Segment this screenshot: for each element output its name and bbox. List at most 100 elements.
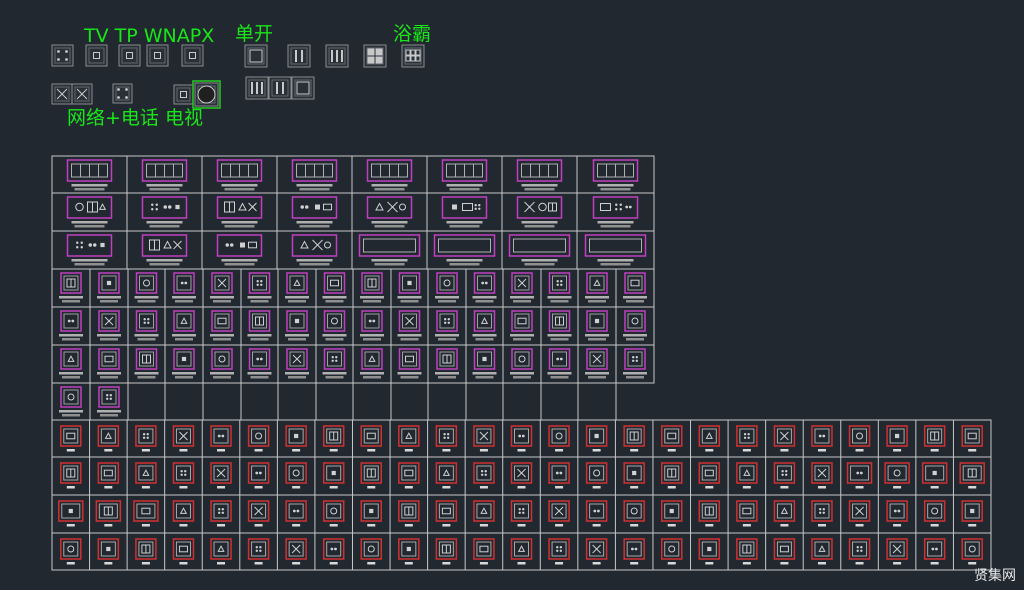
red-panel-cell [172,500,195,527]
red-panel-cell [736,538,758,565]
wide-panel-cell [141,196,188,228]
red-panel-cell [97,425,120,452]
red-panel-cell [623,500,645,527]
top-switch-icon-2 [325,44,349,68]
top-socket-icon-2 [118,44,141,67]
drawing-canvas[interactable] [0,0,1024,590]
red-panel-cell [961,500,983,527]
red-panel-cell [95,500,122,527]
red-panel-cell [884,462,910,489]
wide-panel-cell [433,234,496,266]
red-panel-cell [811,425,833,452]
small-panel-cell [285,348,309,379]
red-panel-cell [360,500,383,527]
red-panel-cell [60,538,82,565]
small-panel-cell [510,272,534,303]
wide-panel-cell [66,234,113,266]
red-panel-cell [360,462,383,489]
red-panel-cell [135,425,157,452]
red-panel-cell [548,425,570,452]
red-panel-cell [285,538,307,565]
red-panel-cell [961,538,983,565]
red-panel-cell [322,500,345,527]
wide-panel-cell [508,234,571,266]
red-panel-cell [210,425,232,452]
red-panel-cell [473,500,495,527]
red-panel-cell [886,538,908,565]
wide-panel-cell [441,196,488,228]
small-panel-cell [59,310,83,341]
red-panel-cell [360,425,383,452]
red-panel-cell [58,500,84,527]
small-panel-cell [97,386,121,417]
red-panel-cell [959,462,985,489]
label-single-switch: 单开 [235,23,274,45]
red-panel-cell [322,462,345,489]
small-panel-cell [247,272,272,303]
red-panel-cell [736,462,758,489]
red-panel-cell [285,500,307,527]
small-panel-cell [585,310,609,341]
red-panel-cell [510,425,533,452]
red-panel-cell [923,538,946,565]
red-panel-cell [435,500,458,527]
red-panel-cell [961,425,983,452]
small-panel-cell [134,272,159,303]
small-panel-cell [97,272,121,303]
red-panel-cell [135,538,157,565]
wide-panel-cell [291,159,338,191]
red-panel-cell [135,462,157,489]
red-panel-cell [322,538,345,565]
switch-3gang-icon-1 [245,76,269,100]
red-panel-cell [698,462,721,489]
wide-panel-cell [141,234,188,266]
small-panel-cell [97,348,121,379]
red-panel-cell [210,462,232,489]
red-panel-cell [773,425,796,452]
red-panel-cell [60,462,82,489]
lower-symbol-table [51,419,992,571]
small-panel-cell [322,272,347,303]
small-panel-cell [285,310,309,341]
red-panel-cell [172,462,195,489]
red-panel-cell [623,538,645,565]
top-socket-icon-0 [51,44,74,67]
small-panel-cell [172,310,196,341]
label-tv-tp-wnapx: TV TP WNAPX [84,25,215,47]
top-switch-icon-1 [287,44,311,68]
small-panel-cell [623,348,647,379]
small-panel-cell [247,310,272,341]
small-panel-cell [547,272,572,303]
red-panel-cell [97,462,120,489]
small-panel-cell [435,348,459,379]
switch-3gang-icon-2 [268,76,292,100]
small-panel-cell [134,348,159,379]
red-panel-cell [435,425,458,452]
red-panel-cell [398,425,420,452]
red-panel-cell [585,500,608,527]
red-panel-cell [133,500,159,527]
small-panel-cell [472,310,497,341]
upper-symbol-table [51,155,655,420]
small-panel-cell [472,272,497,303]
red-panel-cell [285,425,307,452]
red-panel-cell [360,538,383,565]
small-panel-cell [547,310,572,341]
top-socket-icon-1 [85,44,108,67]
red-panel-cell [548,462,570,489]
small-panel-cell [360,310,384,341]
wide-panel-cell [291,234,338,266]
small-panel-cell [397,348,422,379]
red-panel-cell [660,425,683,452]
small-panel-cell [585,348,609,379]
red-panel-cell [510,538,533,565]
small-panel-cell [547,348,572,379]
red-panel-cell [811,500,833,527]
red-panel-cell [848,500,871,527]
wide-panel-cell [66,196,113,228]
small-panel-cell [210,310,234,341]
red-panel-cell [698,425,721,452]
wide-panel-cell [592,196,639,228]
red-panel-cell [623,425,645,452]
wide-panel-cell [516,196,563,228]
